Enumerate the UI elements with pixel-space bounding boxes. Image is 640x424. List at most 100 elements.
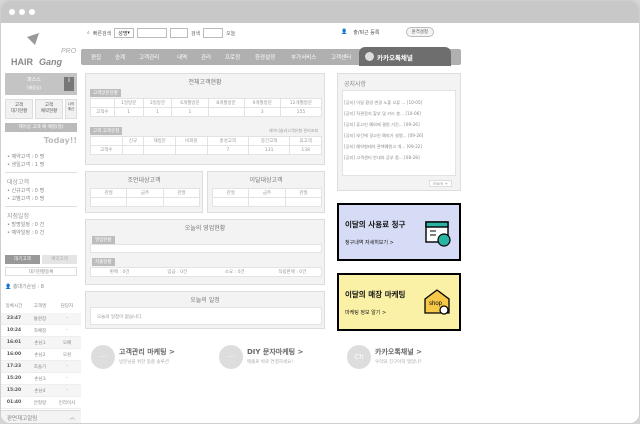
- tab-reservation[interactable]: 예약고객: [42, 255, 77, 264]
- channel-icon: Ch: [347, 345, 371, 369]
- search-input-2[interactable]: [169, 28, 188, 38]
- customer-summary-panel: 전체고객현황 고객방문현황 1일방문 3일방문 6개월방문 8개월방문 9개월방문 12개…: [85, 73, 325, 165]
- nav-item[interactable]: 고객관리: [139, 53, 159, 61]
- table-cell: 7: [206, 145, 249, 155]
- notice-item[interactable]: [공지] 고객센터 안내자 공부 중... [08-28]: [344, 155, 456, 166]
- attendance-label[interactable]: 출/퇴근 등록: [353, 29, 379, 36]
- table-cell: 1일방문: [113, 98, 144, 108]
- stat-line: • 예약일정 : 0 건: [7, 230, 45, 236]
- table-cell: 16:00: [6, 352, 22, 357]
- billing-link[interactable]: 청구내역 자세히보기 >: [345, 239, 394, 246]
- table-row[interactable]: 16:01 손님1 오페: [1, 337, 81, 349]
- window-dot[interactable]: [29, 9, 35, 15]
- logo-graphic: HAIR Gang PRO: [11, 33, 77, 67]
- bottom-item-title: DIY 문자마케팅 >: [247, 348, 304, 356]
- table-cell: 휴고객: [289, 136, 322, 146]
- marketing-banner[interactable]: 이달의 매장 마케팅 마케팅 정보 알기 > shop: [337, 273, 461, 331]
- table-cell: 3: [243, 107, 281, 117]
- bottom-item-kakao[interactable]: Ch 카카오톡채널 > 우리와 친구아직 맺었나?: [347, 345, 422, 369]
- today-button[interactable]: 오늘: [226, 30, 235, 37]
- table-cell: 12개월방문: [279, 98, 323, 108]
- table-cell: 손님3: [34, 376, 46, 382]
- nav-item[interactable]: 부가서비스: [291, 53, 316, 61]
- notice-item[interactable]: [공지] 휴고인 예외에 결원 기간... [09-26]: [344, 122, 456, 133]
- sales-stat: 입금 : 0건: [167, 270, 188, 275]
- date-input[interactable]: [203, 28, 224, 38]
- notice-item[interactable]: [공지] 보건에 경고인 예외가 설명... [09-26]: [344, 133, 456, 144]
- table-cell: [121, 145, 145, 155]
- table-row[interactable]: 16:00 손님2 오원: [1, 349, 81, 361]
- register-waiting-button[interactable]: 대기현황등록: [5, 267, 77, 276]
- notice-item[interactable]: [공지] 직관정지 할부 및 카드 층... [10-06]: [344, 111, 456, 122]
- stat-line: • 방명일정 : 0 건: [7, 222, 45, 228]
- type-note: 헤어디솔라고객유형 관리조회: [268, 128, 318, 133]
- table-cell: 금주: [248, 188, 286, 198]
- notice-more-button[interactable]: more +: [429, 180, 452, 187]
- table-cell: [90, 98, 115, 108]
- table-cell: 고객수: [90, 107, 115, 117]
- reservation-status-button[interactable]: 고객 예약현황: [35, 99, 63, 119]
- inventory-alert-footer[interactable]: 판면재고알림 ︿: [1, 410, 81, 423]
- svg-text:Gang: Gang: [39, 57, 63, 67]
- marketing-link[interactable]: 마케팅 정보 알기 >: [345, 309, 386, 316]
- table-row[interactable]: 10:24 차예정 -: [1, 325, 81, 337]
- table-cell: 통원장: [33, 316, 47, 322]
- waiting-table-header: 등록시간 고객명 담당자: [1, 303, 81, 312]
- nav-item[interactable]: 승계: [115, 53, 125, 61]
- bottom-item-marketing[interactable]: ··· 고객관리 마케팅 > 방문님을 위한 맞춤 솔루션: [91, 345, 175, 369]
- waiting-status-button[interactable]: 고객 대기현황: [5, 99, 33, 119]
- nav-item[interactable]: 관리: [201, 53, 211, 61]
- table-cell: 3일방문: [142, 98, 173, 108]
- table-row[interactable]: 17:23 조솔기 -: [1, 361, 81, 373]
- tab-waiting[interactable]: 대기고객: [5, 255, 40, 264]
- user-icon: 👤: [341, 29, 348, 35]
- notice-item[interactable]: [공지] 예약형태의 관책예원고 개... [09-22]: [344, 144, 456, 155]
- quick-buttons: 고객 대기현황 고객 예약현황 나의 예산: [5, 99, 77, 119]
- window-dot[interactable]: [9, 9, 15, 15]
- budget-button[interactable]: 나의 예산: [65, 99, 77, 119]
- store-toggle-button[interactable]: I: [64, 77, 74, 91]
- table-cell: 충성고객: [206, 136, 249, 146]
- table-cell: 17:23: [6, 364, 22, 369]
- remote-settings-button[interactable]: 원격설정: [405, 27, 435, 37]
- table-cell: 6개월방문: [171, 98, 209, 108]
- table-cell: 안정랑: [33, 400, 47, 406]
- logo[interactable]: HAIR Gang PRO: [9, 31, 81, 71]
- calendar-icon: [425, 221, 451, 247]
- nav-item[interactable]: 고객센터: [331, 53, 351, 61]
- bottom-item-sms[interactable]: ··· DIY 문자마케팅 > 매출로 바로 연결하세요!: [219, 345, 303, 369]
- search-field-select[interactable]: 성명 ▾: [114, 28, 134, 38]
- svg-text:HAIR: HAIR: [11, 57, 33, 67]
- column-header: 담당자: [60, 304, 74, 309]
- search-button[interactable]: 검색: [191, 30, 200, 37]
- today-stats: • 예약고객 : 0 명 • 생일고객 : 1 명: [7, 153, 44, 169]
- chevron-up-icon[interactable]: ︿: [69, 413, 75, 421]
- table-cell: 01:40: [6, 400, 22, 405]
- billing-banner[interactable]: 이달의 사용료 청구 청구내역 자세히보기 >: [337, 203, 461, 261]
- sidebar-banner[interactable]: 헤어상 고객 예 예정(정): [5, 123, 77, 132]
- billing-title: 이달의 사용료 청구: [345, 220, 406, 229]
- store-box[interactable]: 퍼스스 (매장님) I: [5, 73, 77, 95]
- panel-title: 조언대상고객: [127, 177, 161, 184]
- table-row[interactable]: 15:20 손님3 -: [1, 373, 81, 385]
- table-row[interactable]: 15:20 손님4 -: [1, 385, 81, 397]
- nav-item[interactable]: 편집: [91, 53, 101, 61]
- table-cell: [175, 145, 208, 155]
- nav-item[interactable]: 내역: [177, 53, 187, 61]
- window-dot[interactable]: [19, 9, 25, 15]
- nav-item[interactable]: 환경설정: [255, 53, 275, 61]
- tab-kakao-channel[interactable]: 카카오톡채널: [359, 47, 451, 66]
- notice-item[interactable]: [공지] 이달 환경 변경 노출 오류 ... [10-05]: [344, 100, 456, 111]
- search-input[interactable]: [136, 28, 167, 38]
- table-cell: 1: [142, 107, 173, 117]
- table-cell: 손님2: [34, 352, 46, 358]
- table-cell: 차예정: [33, 328, 47, 334]
- panel-title: 오늘의 일정: [190, 297, 220, 304]
- marketing-title: 이달의 매장 마케팅: [345, 290, 406, 299]
- table-row[interactable]: 01:40 안정랑 인라이사: [1, 397, 81, 409]
- nav-item[interactable]: 프로정: [225, 53, 240, 61]
- table-row[interactable]: 23:47 통원장 -: [1, 313, 81, 325]
- shop-label: shop: [429, 301, 443, 307]
- branch-schedule-heading: 지점일정: [7, 213, 30, 220]
- type-table: 신규 재방문 비회원 충성고객 중간고객 휴고객 고객수 7 131 138: [90, 136, 322, 155]
